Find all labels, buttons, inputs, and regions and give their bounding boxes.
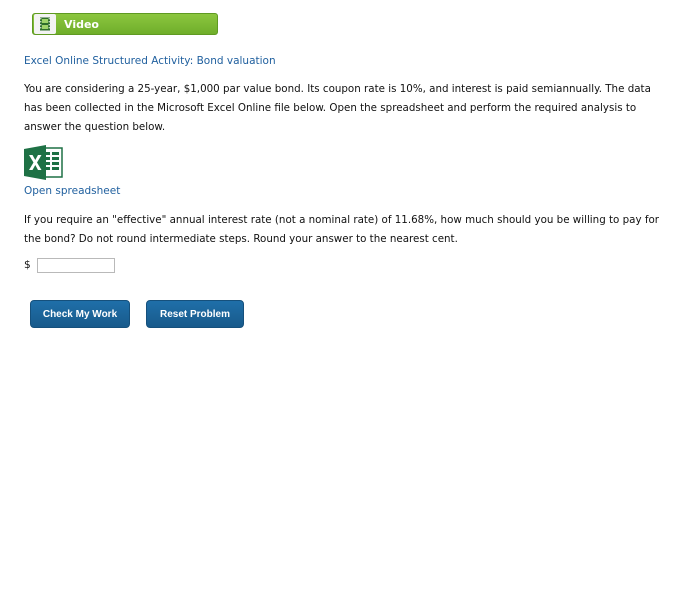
film-icon bbox=[34, 14, 56, 34]
video-button[interactable]: Video bbox=[32, 13, 218, 35]
activity-title: Excel Online Structured Activity: Bond v… bbox=[24, 55, 276, 67]
problem-prompt: You are considering a 25-year, $1,000 pa… bbox=[24, 83, 651, 133]
answer-input[interactable] bbox=[37, 258, 115, 273]
question-text: If you require an "effective" annual int… bbox=[24, 214, 659, 245]
currency-symbol: $ bbox=[24, 259, 31, 271]
check-my-work-button[interactable]: Check My Work bbox=[30, 300, 130, 328]
reset-problem-button[interactable]: Reset Problem bbox=[146, 300, 244, 328]
excel-icon[interactable] bbox=[24, 145, 64, 180]
video-label: Video bbox=[64, 17, 99, 31]
open-spreadsheet-link[interactable]: Open spreadsheet bbox=[24, 185, 120, 197]
